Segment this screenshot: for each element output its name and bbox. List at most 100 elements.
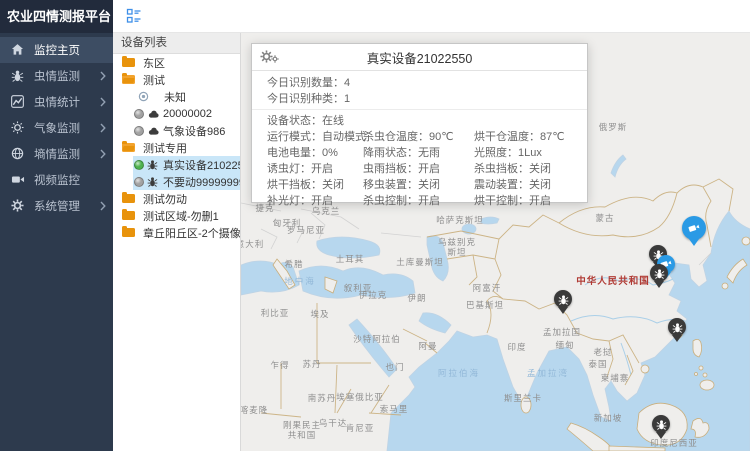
topbar-toolbar bbox=[113, 0, 750, 33]
topbar: 农业四情测报平台 bbox=[0, 0, 750, 33]
pin-tail bbox=[558, 307, 568, 314]
sidebar-item-label: 系统管理 bbox=[34, 198, 80, 214]
device-info-popup: 真实设备21022550 今日识别数量：4今日识别种类：1 设备状态：在线运行模式… bbox=[251, 43, 588, 203]
popup-body: 今日识别数量：4今日识别种类：1 设备状态：在线运行模式：自动模式杀虫仓温度：90… bbox=[252, 75, 587, 209]
video-icon bbox=[11, 173, 25, 187]
sidebar-item-label: 气象监测 bbox=[34, 120, 80, 136]
status-dot-offline bbox=[134, 126, 144, 136]
gear-icon bbox=[11, 199, 25, 213]
sidebar-item-weather-monitor[interactable]: 气象监测 bbox=[0, 115, 113, 141]
sidebar-item-label: 视频监控 bbox=[34, 172, 80, 188]
tree-folder[interactable]: 测试勿动 bbox=[113, 190, 240, 207]
globe-icon bbox=[11, 147, 25, 161]
sun-icon bbox=[11, 121, 25, 135]
popup-field: 杀虫控制：开启 bbox=[363, 193, 474, 209]
insect-icon bbox=[668, 318, 686, 336]
map-pin-camera-device[interactable] bbox=[682, 216, 706, 246]
tree-device[interactable]: 真实设备21022550 bbox=[113, 156, 240, 173]
cloud-icon bbox=[147, 125, 160, 137]
tree-folder[interactable]: 测试 bbox=[113, 71, 240, 88]
sidebar-item-insect-monitor[interactable]: 虫情监测 bbox=[0, 63, 113, 89]
status-dot-online bbox=[134, 160, 144, 170]
pin-tail bbox=[654, 281, 664, 288]
chevron-right-icon bbox=[100, 149, 106, 159]
sidebar-item-soil-monitor[interactable]: 墒情监测 bbox=[0, 141, 113, 167]
tree-device[interactable]: 气象设备986 bbox=[113, 122, 240, 139]
popup-device-status: 设备状态：在线 bbox=[252, 113, 587, 129]
popup-field: 杀虫挡板：关闭 bbox=[474, 161, 587, 177]
popup-field: 补光灯：开启 bbox=[267, 193, 363, 209]
pin-tail bbox=[689, 239, 699, 246]
tree-folder[interactable]: 东区 bbox=[113, 54, 240, 71]
tree-folder[interactable]: 章丘阳丘区-2个摄像头 bbox=[113, 224, 240, 241]
insect-icon bbox=[147, 176, 160, 188]
insect-icon bbox=[147, 159, 160, 171]
chevron-right-icon bbox=[100, 123, 106, 133]
settings-gears-icon[interactable] bbox=[260, 50, 279, 63]
chevron-right-icon bbox=[100, 71, 106, 81]
chevron-right-icon bbox=[100, 97, 106, 107]
popup-field: 震动装置：关闭 bbox=[474, 177, 587, 193]
chevron-right-icon bbox=[100, 201, 106, 211]
tree-item-label: 气象设备986 bbox=[163, 123, 225, 139]
tree-item-label: 20000002 bbox=[163, 108, 212, 120]
popup-field: 电池电量：0% bbox=[267, 145, 363, 161]
radio-icon bbox=[138, 91, 149, 102]
map-pin-insect-device[interactable] bbox=[554, 290, 572, 314]
tree-folder[interactable]: 测试专用 bbox=[113, 139, 240, 156]
insect-icon bbox=[650, 264, 668, 282]
popup-header: 真实设备21022550 bbox=[252, 44, 587, 71]
popup-field: 烘干挡板：关闭 bbox=[267, 177, 363, 193]
tree-item-label: 未知 bbox=[164, 89, 186, 105]
tree-item-label: 测试勿动 bbox=[143, 191, 187, 207]
folder-closed-icon bbox=[122, 228, 135, 237]
bug-icon bbox=[11, 69, 25, 83]
map-canvas[interactable]: 俄罗斯蒙古哈萨克斯坦乌克兰捷克匈牙利罗马尼亚意大利希腊土耳其土库曼斯坦乌兹别克 … bbox=[241, 33, 750, 451]
insect-icon bbox=[652, 415, 670, 433]
popup-field: 烘干控制：开启 bbox=[474, 193, 587, 209]
sidebar-item-home[interactable]: 监控主页 bbox=[0, 37, 113, 63]
device-panel: 设备列表 东区测试未知 20000002 气象设备986测试专用真实设备210225… bbox=[113, 33, 241, 451]
status-dot-offline bbox=[134, 109, 144, 119]
tree-item-label: 章丘阳丘区-2个摄像头 bbox=[143, 225, 240, 241]
folder-closed-icon bbox=[122, 211, 135, 220]
tree-item-label: 真实设备21022550 bbox=[163, 157, 240, 173]
device-tree: 东区测试未知 20000002 气象设备986测试专用真实设备21022550不要动… bbox=[113, 54, 240, 241]
popup-metrics-grid: 运行模式：自动模式杀虫仓温度：90℃烘干仓温度：87℃ 电池电量：0%降雨状态：无… bbox=[252, 129, 587, 209]
tree-item-label: 东区 bbox=[143, 55, 165, 71]
sidebar-item-video-monitor[interactable]: 视频监控 bbox=[0, 167, 113, 193]
map-pin-insect-device[interactable] bbox=[650, 264, 668, 288]
popup-field: 烘干仓温度：87℃ bbox=[474, 129, 587, 145]
popup-field: 虫雨挡板：开启 bbox=[363, 161, 474, 177]
app-title: 农业四情测报平台 bbox=[0, 0, 113, 33]
popup-field: 降雨状态：无雨 bbox=[363, 145, 474, 161]
device-list-header: 设备列表 bbox=[113, 33, 240, 54]
insect-icon bbox=[554, 290, 572, 308]
sidebar-item-insect-stats[interactable]: 虫情统计 bbox=[0, 89, 113, 115]
home-icon bbox=[11, 43, 25, 57]
popup-summary-field: 今日识别数量：4 bbox=[252, 75, 587, 91]
pin-tail bbox=[656, 432, 666, 439]
sidebar-item-label: 虫情统计 bbox=[34, 94, 80, 110]
sidebar-item-label: 墒情监测 bbox=[34, 146, 80, 162]
popup-field: 光照度：1Lux bbox=[474, 145, 587, 161]
tree-device[interactable]: 20000002 bbox=[113, 105, 240, 122]
tree-device[interactable]: 未知 bbox=[113, 88, 240, 105]
sidebar-item-label: 虫情监测 bbox=[34, 68, 80, 84]
folder-open-icon bbox=[122, 75, 135, 84]
map-pin-insect-device[interactable] bbox=[668, 318, 686, 342]
folder-closed-icon bbox=[122, 58, 135, 67]
tree-toggle-icon[interactable] bbox=[126, 8, 142, 24]
popup-summary-field: 今日识别种类：1 bbox=[252, 91, 587, 107]
folder-open-icon bbox=[122, 143, 135, 152]
popup-field: 杀虫仓温度：90℃ bbox=[363, 129, 474, 145]
sidebar-item-system-admin[interactable]: 系统管理 bbox=[0, 193, 113, 219]
sidebar-nav: 监控主页虫情监测虫情统计气象监测墒情监测视频监控系统管理 bbox=[0, 33, 113, 451]
popup-field: 移虫装置：关闭 bbox=[363, 177, 474, 193]
popup-field: 运行模式：自动模式 bbox=[267, 129, 363, 145]
chart-icon bbox=[11, 95, 25, 109]
tree-folder[interactable]: 测试区域-勿删1 bbox=[113, 207, 240, 224]
cloud-icon bbox=[147, 108, 160, 120]
map-pin-insect-device[interactable] bbox=[652, 415, 670, 439]
tree-device[interactable]: 不要动99999999 bbox=[113, 173, 240, 190]
